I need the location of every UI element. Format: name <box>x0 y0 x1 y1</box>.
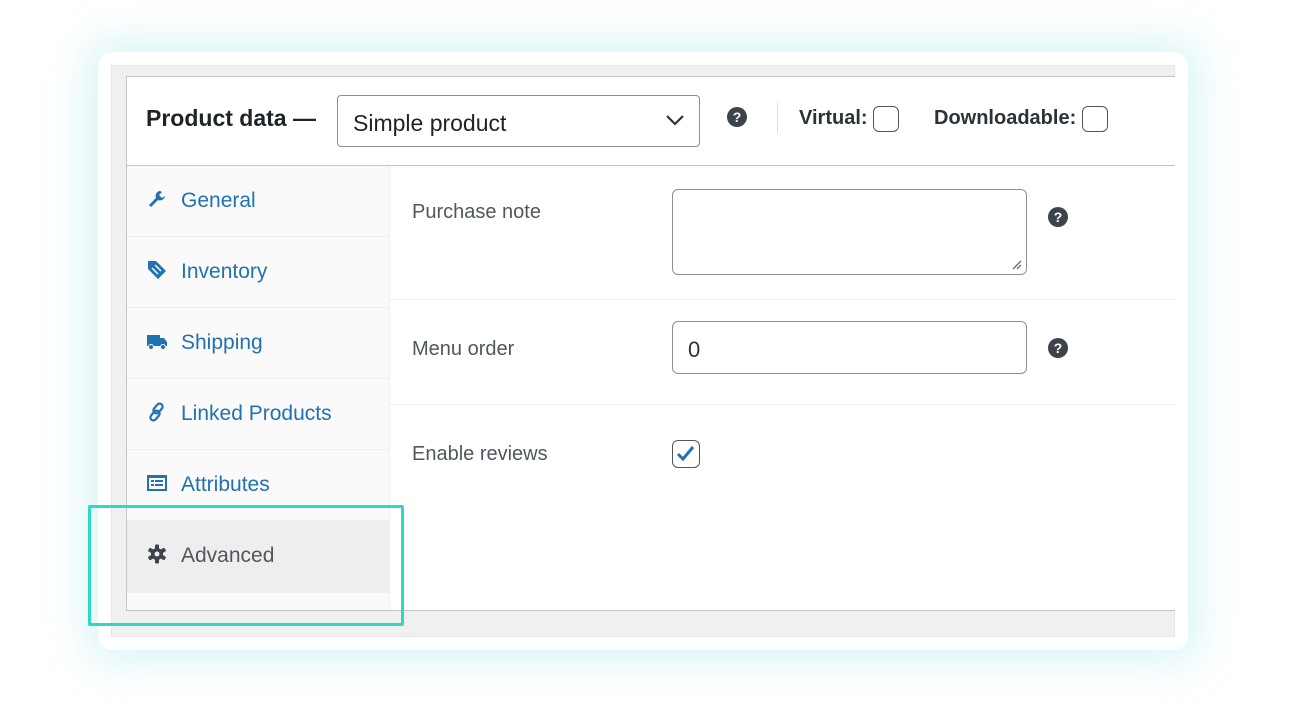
tab-label: General <box>181 189 256 212</box>
enable-reviews-row: Enable reviews <box>390 405 1176 505</box>
menu-order-row: Menu order 0 ? <box>390 300 1176 405</box>
checkmark-icon <box>676 446 695 462</box>
enable-reviews-checkbox[interactable] <box>672 440 700 468</box>
menu-order-value: 0 <box>688 337 701 362</box>
tab-inventory[interactable]: Inventory <box>127 237 389 308</box>
product-type-select[interactable]: Simple product <box>337 95 700 147</box>
link-icon <box>149 402 164 422</box>
downloadable-label: Downloadable: <box>934 107 1077 129</box>
tab-linked-products[interactable]: Linked Products <box>127 379 389 450</box>
purchase-note-row: Purchase note ? <box>390 166 1176 300</box>
enable-reviews-label: Enable reviews <box>412 443 548 465</box>
tab-general[interactable]: General <box>127 166 389 237</box>
resize-handle-icon[interactable] <box>1010 258 1022 270</box>
downloadable-checkbox[interactable] <box>1082 106 1108 132</box>
product-type-value: Simple product <box>353 110 507 136</box>
advanced-options-panel: Purchase note ? Menu order 0 ? Enable re… <box>390 166 1176 610</box>
chevron-down-icon <box>666 115 684 126</box>
tab-shipping[interactable]: Shipping <box>127 308 389 379</box>
help-icon[interactable]: ? <box>1048 338 1068 358</box>
tab-label: Linked Products <box>181 402 332 425</box>
truck-icon <box>147 335 167 350</box>
product-data-title: Product data — <box>146 105 316 131</box>
list-icon <box>147 475 167 491</box>
purchase-note-label: Purchase note <box>412 201 541 223</box>
tab-label: Attributes <box>181 473 270 496</box>
tag-icon <box>148 261 166 279</box>
wrench-icon <box>149 191 165 207</box>
virtual-label: Virtual: <box>799 107 868 129</box>
virtual-checkbox[interactable] <box>873 106 899 132</box>
header-divider <box>777 103 778 133</box>
help-icon[interactable]: ? <box>727 107 747 127</box>
menu-order-input[interactable]: 0 <box>672 321 1027 374</box>
tab-label: Shipping <box>181 331 263 354</box>
menu-order-label: Menu order <box>412 338 515 360</box>
help-icon[interactable]: ? <box>1048 207 1068 227</box>
purchase-note-textarea[interactable] <box>672 189 1027 275</box>
tab-label: Inventory <box>181 260 268 283</box>
advanced-tab-highlight <box>88 505 404 626</box>
product-data-header: Product data — Simple product ? Virtual:… <box>127 77 1175 166</box>
